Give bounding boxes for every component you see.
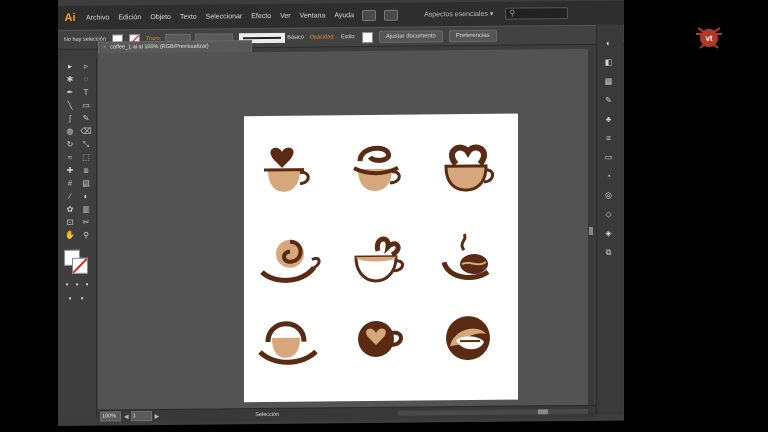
perspective-icon[interactable]: ⧈ xyxy=(80,166,92,176)
workspace-switcher[interactable]: Aspectos esenciales ▾ xyxy=(424,10,493,19)
direct-selection-icon[interactable]: ▹ xyxy=(80,62,92,72)
menu-ventana[interactable]: Ventana xyxy=(300,12,326,19)
graphic-styles-icon[interactable]: ◇ xyxy=(603,210,614,219)
coffee-cup-swirl-steam[interactable] xyxy=(344,141,416,198)
zoom-field[interactable]: 100% xyxy=(100,411,121,422)
tools-panel: ▸ ▹ ✱ ◌ ✒ T ╲ ▭ ʃ ✎ ◍ ⌫ ↻ ⤡ ≈ ⬚ ✚ ⧈ # ▤ ⁄ ◐ ✿ ▥ ⊡ ✂ ✋ ⚲ ▪ ▪ ▪ ▪ ▪ xyxy=(60,57,97,418)
menu-efecto[interactable]: Efecto xyxy=(251,12,271,19)
illustrator-window: Ai Archivo Edición Objeto Texto Seleccio… xyxy=(58,0,624,427)
bridge-button[interactable] xyxy=(362,9,377,21)
coffee-cup-arch[interactable] xyxy=(254,311,326,368)
coffee-cup-saucer[interactable] xyxy=(344,233,416,290)
eraser-icon[interactable]: ⌫ xyxy=(80,127,92,137)
artboard-number[interactable]: 1 xyxy=(130,411,152,422)
width-icon[interactable]: ≈ xyxy=(64,153,76,163)
line-icon[interactable]: ╲ xyxy=(64,101,76,111)
pencil-icon[interactable]: ✎ xyxy=(80,114,92,124)
style-field-label: Estilo: xyxy=(340,34,356,41)
opacity-label[interactable]: Opacidad: xyxy=(310,34,335,40)
next-artboard-icon[interactable]: ▶ xyxy=(155,413,160,420)
menu-objeto[interactable]: Objeto xyxy=(150,13,171,20)
menu-ayuda[interactable]: Ayuda xyxy=(334,12,354,19)
color-icon[interactable]: ◐ xyxy=(603,39,614,48)
menu-edicion[interactable]: Edición xyxy=(118,14,141,21)
help-search-input[interactable]: ⚲ xyxy=(505,7,569,20)
coffee-cup-heart[interactable] xyxy=(434,140,506,197)
slice-icon[interactable]: ✂ xyxy=(80,218,92,228)
draw-normal-icon[interactable]: ▪ xyxy=(66,294,74,304)
coffee-cup-heart-foam[interactable] xyxy=(344,311,416,368)
preferences-button[interactable]: Preferencias xyxy=(448,29,497,43)
panel-dock: ◐ ◧ ▦ ✎ ♣ ≡ ▭ ◔ ◎ ◇ ◈ ⧉ xyxy=(596,24,623,415)
app-logo: Ai xyxy=(64,11,76,24)
paintbrush-icon[interactable]: ʃ xyxy=(64,114,76,124)
document-tab-title: coffee_1.ai al 100% (RGB/Previsualizar) xyxy=(110,43,209,51)
symbols-icon[interactable]: ♣ xyxy=(603,115,614,124)
canvas-area[interactable] xyxy=(98,48,588,410)
zoom-icon[interactable]: ⚲ xyxy=(80,231,92,241)
eyedropper-icon[interactable]: ⁄ xyxy=(64,192,76,202)
blend-icon[interactable]: ◐ xyxy=(80,192,92,202)
gradient-panel-icon[interactable]: ▭ xyxy=(603,153,614,162)
menu-texto[interactable]: Texto xyxy=(180,13,197,20)
rotate-icon[interactable]: ↻ xyxy=(64,140,76,150)
screen-mode-icon[interactable]: ▪ xyxy=(78,294,86,304)
watermark-logo: vt xyxy=(696,27,722,49)
gradient-icon[interactable]: ▤ xyxy=(80,179,92,189)
graphic-style-swatch[interactable] xyxy=(361,31,373,43)
symbol-sprayer-icon[interactable]: ✿ xyxy=(64,205,76,215)
style-basic[interactable]: Básico xyxy=(287,35,304,41)
pen-icon[interactable]: ✒ xyxy=(64,88,76,98)
gradient-mode-icon[interactable]: ▪ xyxy=(73,280,81,290)
magic-wand-icon[interactable]: ✱ xyxy=(64,75,76,85)
blob-brush-icon[interactable]: ◍ xyxy=(64,127,76,137)
vertical-scroll-thumb[interactable] xyxy=(589,226,593,235)
horizontal-scrollbar[interactable] xyxy=(398,408,588,416)
color-guide-icon[interactable]: ◧ xyxy=(603,58,614,67)
brushes-icon[interactable]: ✎ xyxy=(603,96,614,105)
artboards-icon[interactable]: ⧉ xyxy=(603,248,614,257)
watermark-text: vt xyxy=(705,34,712,43)
horizontal-scroll-thumb[interactable] xyxy=(538,409,548,415)
document-setup-button[interactable]: Ajustar documento xyxy=(378,30,443,43)
artboard-icon[interactable]: ⊡ xyxy=(64,218,76,228)
mesh-icon[interactable]: # xyxy=(64,179,76,189)
color-mode-icon[interactable]: ▪ xyxy=(63,280,71,290)
vertical-scrollbar[interactable] xyxy=(588,48,594,405)
coffee-cup-round[interactable] xyxy=(434,310,506,367)
menu-ver[interactable]: Ver xyxy=(280,12,291,19)
appearance-icon[interactable]: ◎ xyxy=(603,191,614,200)
arrange-documents-button[interactable] xyxy=(384,9,399,21)
selection-icon[interactable]: ▸ xyxy=(64,62,76,72)
lasso-icon[interactable]: ◌ xyxy=(80,75,92,85)
hand-icon[interactable]: ✋ xyxy=(64,231,76,241)
free-transform-icon[interactable]: ⬚ xyxy=(80,153,92,163)
none-mode-icon[interactable]: ▪ xyxy=(83,280,91,290)
stroke-color-swatch[interactable] xyxy=(72,257,88,274)
current-tool-label: Selección xyxy=(255,411,280,419)
stroke-icon[interactable]: ≡ xyxy=(603,134,614,143)
coffee-cup-spiral[interactable] xyxy=(254,233,326,290)
transparency-icon[interactable]: ◔ xyxy=(603,172,614,181)
type-icon[interactable]: T xyxy=(80,88,92,98)
coffee-cup-bean[interactable] xyxy=(434,232,506,289)
artboard[interactable] xyxy=(244,113,518,403)
close-tab-icon[interactable]: × xyxy=(103,45,106,51)
shape-builder-icon[interactable]: ✚ xyxy=(64,166,76,176)
scale-icon[interactable]: ⤡ xyxy=(80,140,92,150)
swatches-icon[interactable]: ▦ xyxy=(603,77,614,86)
graph-icon[interactable]: ▥ xyxy=(80,205,92,215)
coffee-cup-heart-steam[interactable] xyxy=(254,141,326,198)
menu-seleccionar[interactable]: Seleccionar xyxy=(206,13,243,20)
menu-archivo[interactable]: Archivo xyxy=(86,14,109,21)
first-artboard-icon[interactable]: ◀ xyxy=(124,413,129,420)
rectangle-icon[interactable]: ▭ xyxy=(80,101,92,111)
layers-icon[interactable]: ◈ xyxy=(603,229,614,238)
